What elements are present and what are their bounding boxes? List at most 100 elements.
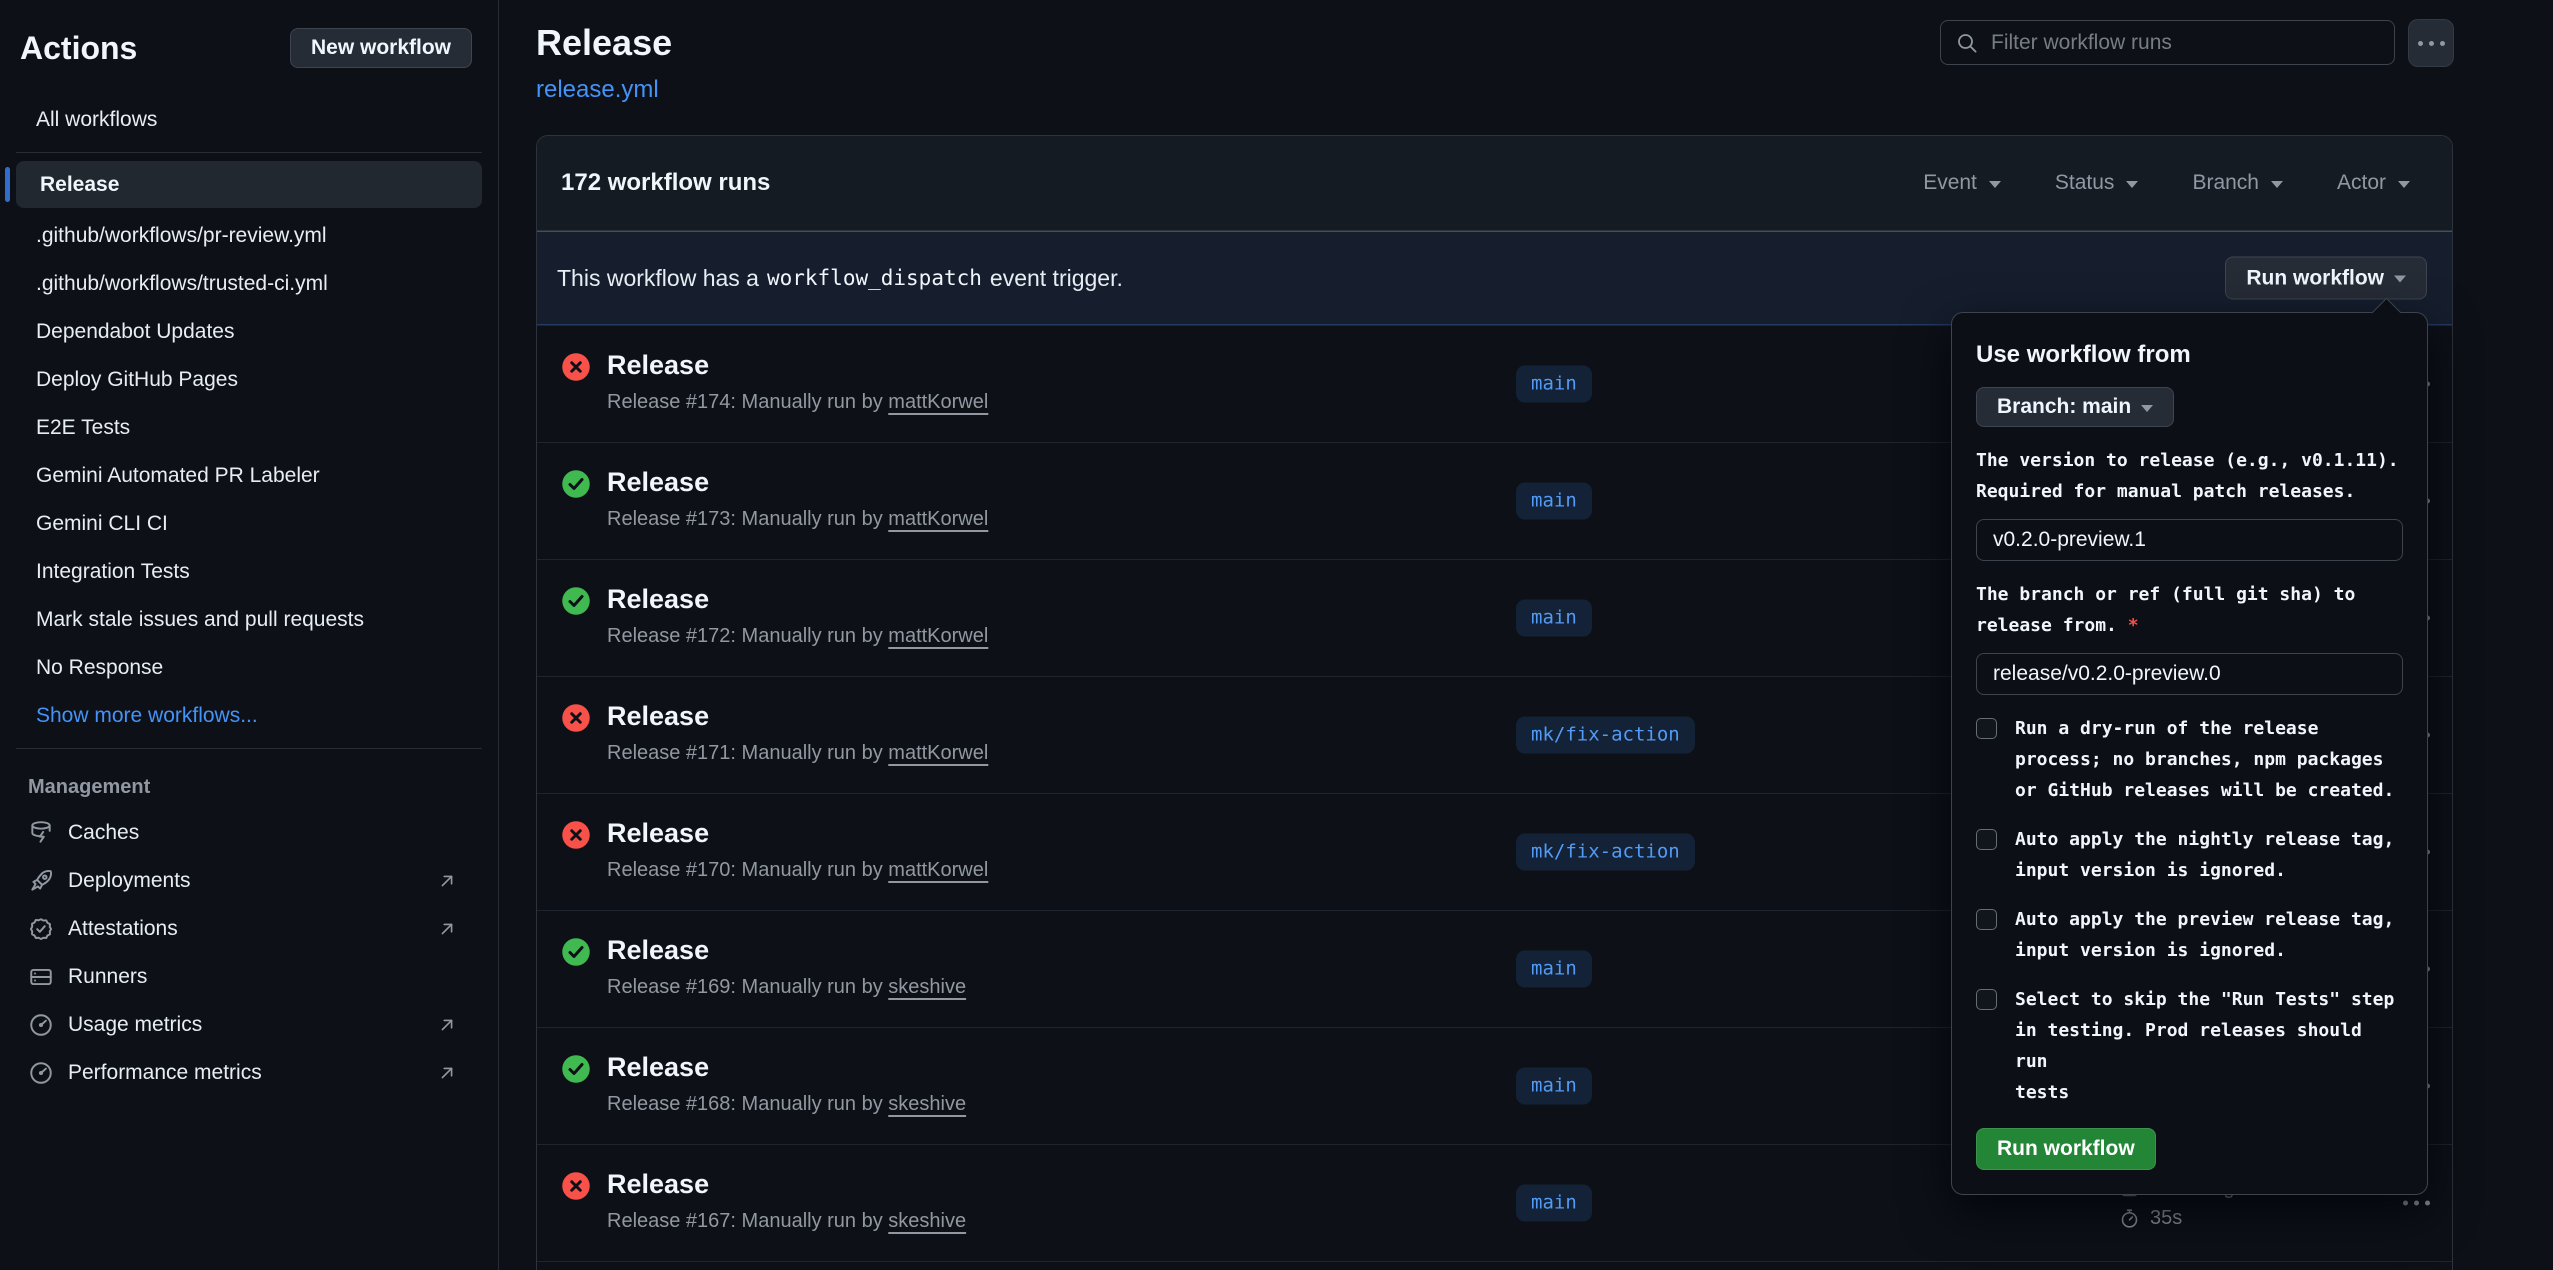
- runs-list-header: 172 workflow runs Event Status Branch Ac…: [537, 136, 2452, 231]
- banner-text: event trigger.: [990, 265, 1123, 292]
- chevron-down-icon: [2141, 405, 2153, 412]
- actor-link[interactable]: mattKorwel: [888, 391, 988, 413]
- run-workflow-dropdown-button[interactable]: Run workflow: [2225, 257, 2427, 300]
- actor-link[interactable]: mattKorwel: [888, 625, 988, 647]
- preview-tag-option: Auto apply the preview release tag, inpu…: [1976, 904, 2403, 966]
- dry-run-option: Run a dry-run of the release process; no…: [1976, 713, 2403, 806]
- sidebar-item-all-workflows[interactable]: All workflows: [8, 96, 490, 144]
- server-icon: [28, 964, 54, 990]
- sidebar-item-workflow[interactable]: E2E Tests: [8, 404, 490, 452]
- actor-link[interactable]: skeshive: [888, 976, 966, 998]
- sidebar-item-usage-metrics[interactable]: Usage metrics: [0, 1001, 498, 1049]
- sidebar-item-performance-metrics[interactable]: Performance metrics: [0, 1049, 498, 1097]
- branch-label[interactable]: main: [1516, 1185, 1592, 1222]
- branch-select-button[interactable]: Branch: main: [1976, 387, 2174, 427]
- search-input[interactable]: [1991, 31, 2380, 55]
- banner-code: workflow_dispatch: [759, 266, 990, 290]
- rocket-icon: [28, 868, 54, 894]
- chevron-down-icon: [1989, 181, 2001, 188]
- branch-label[interactable]: mk/fix-action: [1516, 717, 1695, 754]
- sidebar-title: Actions: [20, 30, 137, 67]
- preview-tag-checkbox[interactable]: [1976, 909, 1997, 930]
- sidebar-item-workflow[interactable]: .github/workflows/trusted-ci.yml: [8, 260, 490, 308]
- branch-label[interactable]: main: [1516, 1068, 1592, 1105]
- verified-icon: [28, 916, 54, 942]
- sidebar-item-label: Attestations: [68, 917, 178, 941]
- sidebar-item-runners[interactable]: Runners: [0, 953, 498, 1001]
- filter-actor[interactable]: Actor: [2337, 171, 2410, 195]
- page-kebab-button[interactable]: [2408, 19, 2454, 67]
- chevron-down-icon: [2398, 181, 2410, 188]
- version-input[interactable]: [1976, 519, 2403, 561]
- ref-input[interactable]: [1976, 653, 2403, 695]
- sidebar-item-attestations[interactable]: Attestations: [0, 905, 498, 953]
- failed-status-icon: [561, 352, 591, 382]
- run-count: 172 workflow runs: [561, 169, 770, 197]
- actor-link[interactable]: skeshive: [888, 1093, 966, 1115]
- actions-page: Actions New workflow All workflows Relea…: [0, 0, 2553, 1270]
- new-workflow-button[interactable]: New workflow: [290, 28, 472, 68]
- workflow-file-link[interactable]: release.yml: [536, 76, 659, 104]
- sidebar-item-label: Performance metrics: [68, 1061, 262, 1085]
- next-run-row-partial: [537, 1261, 2452, 1270]
- sidebar-item-workflow[interactable]: Dependabot Updates: [8, 308, 490, 356]
- actor-link[interactable]: skeshive: [888, 1210, 966, 1232]
- sidebar-item-label: Usage metrics: [68, 1013, 202, 1037]
- filter-status[interactable]: Status: [2055, 171, 2139, 195]
- page-title: Release: [536, 22, 672, 64]
- sidebar-item-deployments[interactable]: Deployments: [0, 857, 498, 905]
- actor-link[interactable]: mattKorwel: [888, 742, 988, 764]
- nightly-tag-checkbox[interactable]: [1976, 829, 1997, 850]
- workflow-dispatch-banner: This workflow has a workflow_dispatch ev…: [537, 231, 2452, 325]
- search-icon: [1955, 31, 1979, 55]
- branch-label[interactable]: main: [1516, 483, 1592, 520]
- meter-icon: [28, 1012, 54, 1038]
- success-status-icon: [561, 937, 591, 967]
- filter-branch[interactable]: Branch: [2192, 171, 2283, 195]
- sidebar-item-workflow[interactable]: Gemini CLI CI: [8, 500, 490, 548]
- sidebar-item-workflow[interactable]: .github/workflows/pr-review.yml: [8, 212, 490, 260]
- sidebar-item-workflow[interactable]: Mark stale issues and pull requests: [8, 596, 490, 644]
- required-asterisk: *: [2128, 615, 2139, 636]
- sidebar-item-label: Release: [40, 173, 119, 197]
- sidebar-item-workflow[interactable]: Gemini Automated PR Labeler: [8, 452, 490, 500]
- nightly-tag-option: Auto apply the nightly release tag, inpu…: [1976, 824, 2403, 886]
- selected-indicator-bar: [5, 167, 10, 202]
- dry-run-checkbox[interactable]: [1976, 718, 1997, 739]
- external-link-icon: [436, 870, 458, 892]
- sidebar-item-label: Deployments: [68, 869, 191, 893]
- run-workflow-submit-button[interactable]: Run workflow: [1976, 1128, 2156, 1170]
- kebab-icon: [2403, 1201, 2430, 1206]
- branch-label[interactable]: main: [1516, 600, 1592, 637]
- filter-runs-search[interactable]: [1940, 20, 2395, 65]
- ref-help-text: The branch or ref (full git sha) to rele…: [1976, 579, 2403, 641]
- failed-status-icon: [561, 820, 591, 850]
- banner-text: This workflow has a: [557, 265, 759, 292]
- filter-event[interactable]: Event: [1923, 171, 2001, 195]
- kebab-icon: [2418, 41, 2445, 46]
- branch-label[interactable]: main: [1516, 951, 1592, 988]
- branch-label[interactable]: main: [1516, 366, 1592, 403]
- meter-icon: [28, 1060, 54, 1086]
- chevron-down-icon: [2394, 276, 2406, 283]
- management-section-label: Management: [0, 765, 498, 809]
- run-filters: Event Status Branch Actor: [1923, 171, 2410, 195]
- branch-label[interactable]: mk/fix-action: [1516, 834, 1695, 871]
- actor-link[interactable]: mattKorwel: [888, 859, 988, 881]
- sidebar-divider: [16, 748, 482, 749]
- sidebar-item-release-selected[interactable]: Release: [16, 161, 482, 208]
- show-more-workflows-link[interactable]: Show more workflows...: [8, 692, 490, 740]
- checkbox-label: Auto apply the nightly release tag, inpu…: [2015, 824, 2403, 886]
- sidebar-item-workflow[interactable]: No Response: [8, 644, 490, 692]
- stopwatch-icon: [2119, 1208, 2140, 1229]
- failed-status-icon: [561, 1171, 591, 1201]
- external-link-icon: [436, 1014, 458, 1036]
- sidebar-item-workflow[interactable]: Integration Tests: [8, 548, 490, 596]
- version-help-text: The version to release (e.g., v0.1.11). …: [1976, 445, 2403, 507]
- cache-icon: [28, 820, 54, 846]
- sidebar-item-caches[interactable]: Caches: [0, 809, 498, 857]
- skip-tests-checkbox[interactable]: [1976, 989, 1997, 1010]
- sidebar-item-workflow[interactable]: Deploy GitHub Pages: [8, 356, 490, 404]
- sidebar-item-label: Runners: [68, 965, 147, 989]
- actor-link[interactable]: mattKorwel: [888, 508, 988, 530]
